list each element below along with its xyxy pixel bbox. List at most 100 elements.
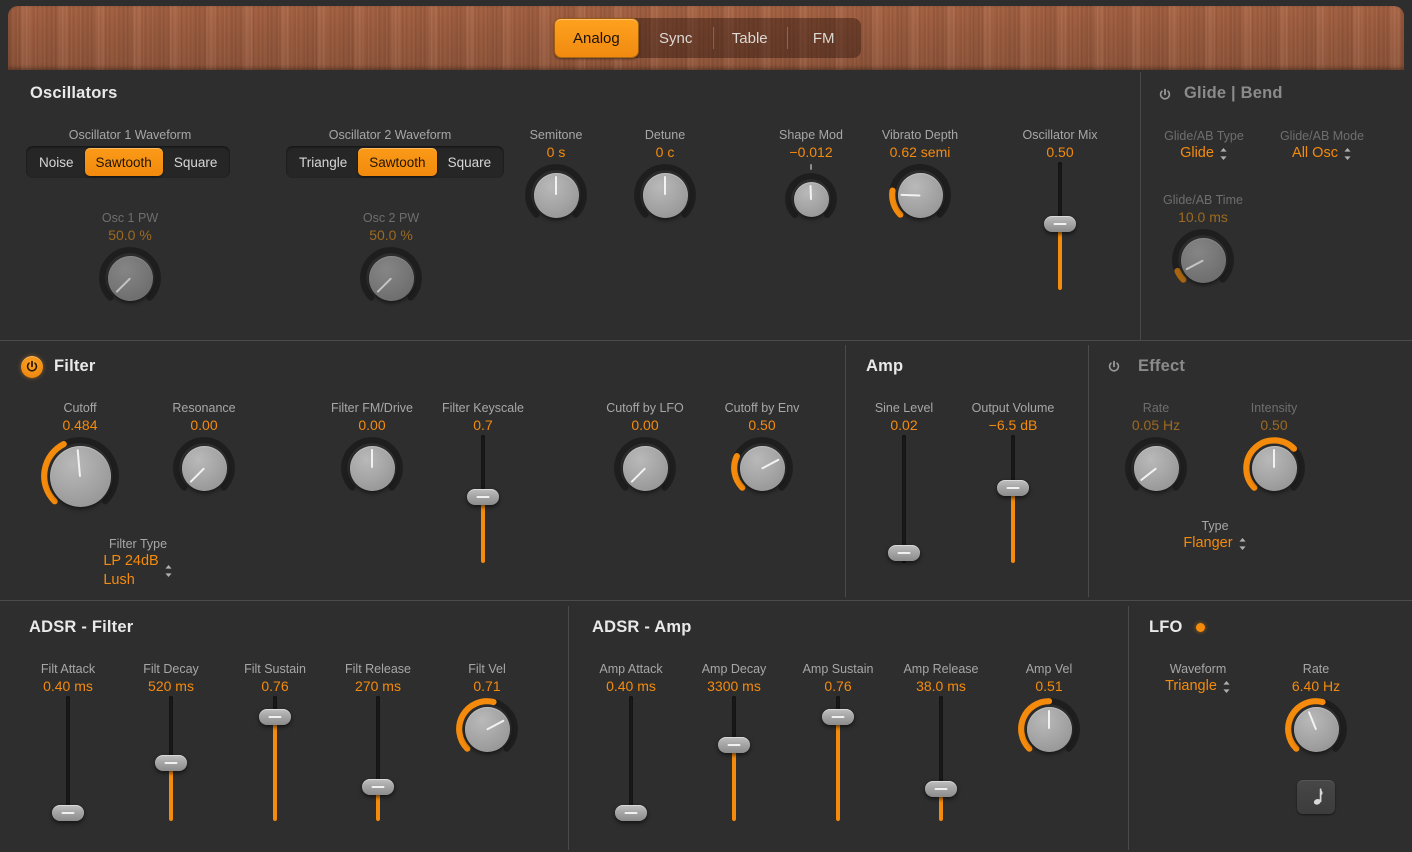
shape-mod-control[interactable]: Shape Mod −0.012 [751, 127, 871, 225]
amp-sustain-control[interactable]: Amp Sustain 0.76 [778, 661, 898, 821]
amp-release-slider[interactable] [911, 696, 971, 821]
osc-2-pw-knob[interactable] [360, 247, 422, 309]
filter-power-button[interactable] [21, 356, 43, 378]
amp-release-control[interactable]: Amp Release 38.0 ms [881, 661, 1001, 821]
slider-track[interactable] [629, 696, 633, 821]
effect-type-popup[interactable]: Type Flanger [1175, 518, 1255, 553]
filt-attack-slider[interactable] [38, 696, 98, 821]
glide-ab-time-knob[interactable] [1172, 229, 1234, 291]
glide-ab-type-popup[interactable]: Glide/AB Type Glide [1158, 128, 1250, 163]
slider-handle[interactable] [888, 544, 920, 561]
tab-sync[interactable]: Sync [639, 18, 713, 58]
amp-vel-control[interactable]: Amp Vel 0.51 [989, 661, 1109, 760]
semitone-control[interactable]: Semitone 0 s [496, 127, 616, 226]
resonance-knob[interactable] [173, 437, 235, 499]
glide-ab-mode-popup[interactable]: Glide/AB Mode All Osc [1272, 128, 1372, 163]
effect-intensity-control[interactable]: Intensity 0.50 [1214, 400, 1334, 499]
cutoff-by-env-knob[interactable] [731, 437, 793, 499]
slider-handle[interactable] [615, 805, 647, 821]
resonance-control[interactable]: Resonance 0.00 [144, 400, 264, 499]
output-volume-control[interactable]: Output Volume −6.5 dB [953, 400, 1073, 563]
slider-handle[interactable] [467, 488, 499, 505]
amp-decay-control[interactable]: Amp Decay 3300 ms [674, 661, 794, 821]
filter-keyscale-control[interactable]: Filter Keyscale 0.7 [423, 400, 543, 563]
chevron-updown-icon[interactable] [1222, 680, 1231, 694]
glide-ab-time-control[interactable]: Glide/AB Time 10.0 ms [1143, 192, 1263, 291]
amp-attack-slider[interactable] [601, 696, 661, 821]
sine-level-slider[interactable] [874, 435, 934, 563]
filt-vel-control[interactable]: Filt Vel 0.71 [427, 661, 547, 760]
cutoff-knob[interactable] [41, 437, 119, 515]
vibrato-depth-value: 0.62 semi [889, 144, 951, 160]
slider-handle[interactable] [155, 754, 187, 771]
amp-vel-knob[interactable] [1018, 698, 1080, 760]
slider-handle[interactable] [718, 737, 750, 754]
effect-rate-control[interactable]: Rate 0.05 Hz [1096, 400, 1216, 499]
chevron-updown-icon[interactable] [1343, 147, 1352, 161]
chevron-updown-icon[interactable] [1238, 537, 1247, 551]
slider-track[interactable] [66, 696, 70, 821]
osc1-option-square[interactable]: Square [163, 148, 229, 176]
oscillator-mix-slider[interactable] [1030, 162, 1090, 290]
lfo-note-sync-button[interactable] [1297, 780, 1335, 814]
effect-intensity-knob[interactable] [1243, 437, 1305, 499]
semitone-knob[interactable] [525, 164, 587, 226]
tab-table[interactable]: Table [712, 18, 787, 58]
chevron-updown-icon[interactable] [1219, 147, 1228, 161]
oscillator-mix-control[interactable]: Oscillator Mix 0.50 [1000, 127, 1120, 290]
filt-release-control[interactable]: Filt Release 270 ms [318, 661, 438, 821]
cutoff-control[interactable]: Cutoff 0.484 [20, 400, 140, 515]
cutoff-by-lfo-knob[interactable] [614, 437, 676, 499]
glide-bend-power-button[interactable] [1154, 84, 1176, 106]
filt-vel-knob[interactable] [456, 698, 518, 760]
slider-handle[interactable] [822, 709, 854, 726]
section-title-oscillators: Oscillators [30, 84, 118, 102]
oscillator-1-waveform-selector[interactable]: Noise Sawtooth Square [26, 146, 231, 178]
detune-control[interactable]: Detune 0 c [605, 127, 725, 226]
oscillator-2-waveform-selector[interactable]: Triangle Sawtooth Square [286, 146, 505, 178]
effect-rate-knob[interactable] [1125, 437, 1187, 499]
filt-sustain-control[interactable]: Filt Sustain 0.76 [215, 661, 335, 821]
effect-power-button[interactable] [1103, 356, 1125, 378]
filter-fm-drive-control[interactable]: Filter FM/Drive 0.00 [312, 400, 432, 499]
filt-sustain-slider[interactable] [245, 696, 305, 821]
filt-decay-slider[interactable] [141, 696, 201, 821]
detune-knob[interactable] [634, 164, 696, 226]
filt-release-slider[interactable] [348, 696, 408, 821]
sine-level-control[interactable]: Sine Level 0.02 [844, 400, 964, 563]
slider-handle[interactable] [259, 709, 291, 726]
osc2-option-triangle[interactable]: Triangle [288, 148, 358, 176]
filter-type-popup[interactable]: Filter Type LP 24dB Lush [88, 536, 188, 590]
osc1-option-sawtooth[interactable]: Sawtooth [84, 148, 163, 176]
slider-handle[interactable] [1044, 215, 1076, 232]
filter-fm-drive-knob[interactable] [341, 437, 403, 499]
lfo-rate-control[interactable]: Rate 6.40 Hz [1256, 661, 1376, 760]
osc-1-pw-knob[interactable] [99, 247, 161, 309]
tab-fm[interactable]: FM [786, 18, 861, 58]
shape-mod-knob[interactable] [785, 164, 837, 225]
slider-handle[interactable] [52, 805, 84, 821]
amp-sustain-slider[interactable] [808, 696, 868, 821]
filt-decay-control[interactable]: Filt Decay 520 ms [111, 661, 231, 821]
lfo-rate-knob[interactable] [1285, 698, 1347, 760]
chevron-updown-icon[interactable] [164, 564, 173, 578]
osc1-option-noise[interactable]: Noise [28, 148, 85, 176]
filt-attack-control[interactable]: Filt Attack 0.40 ms [8, 661, 128, 821]
vibrato-depth-control[interactable]: Vibrato Depth 0.62 semi [860, 127, 980, 226]
amp-attack-control[interactable]: Amp Attack 0.40 ms [571, 661, 691, 821]
vibrato-depth-knob[interactable] [889, 164, 951, 226]
osc2-option-sawtooth[interactable]: Sawtooth [358, 148, 437, 176]
tab-analog[interactable]: Analog [554, 18, 639, 58]
amp-decay-slider[interactable] [704, 696, 764, 821]
cutoff-by-env-control[interactable]: Cutoff by Env 0.50 [702, 400, 822, 499]
osc-1-pw-control[interactable]: Osc 1 PW 50.0 % [70, 210, 190, 309]
slider-handle[interactable] [362, 779, 394, 796]
lfo-waveform-popup[interactable]: Waveform Triangle [1155, 661, 1241, 696]
filter-keyscale-slider[interactable] [453, 435, 513, 563]
output-volume-slider[interactable] [983, 435, 1043, 563]
cutoff-by-lfo-control[interactable]: Cutoff by LFO 0.00 [585, 400, 705, 499]
slider-handle[interactable] [925, 781, 957, 798]
slider-handle[interactable] [997, 479, 1029, 496]
osc-2-pw-control[interactable]: Osc 2 PW 50.0 % [331, 210, 451, 309]
osc2-option-square[interactable]: Square [437, 148, 503, 176]
